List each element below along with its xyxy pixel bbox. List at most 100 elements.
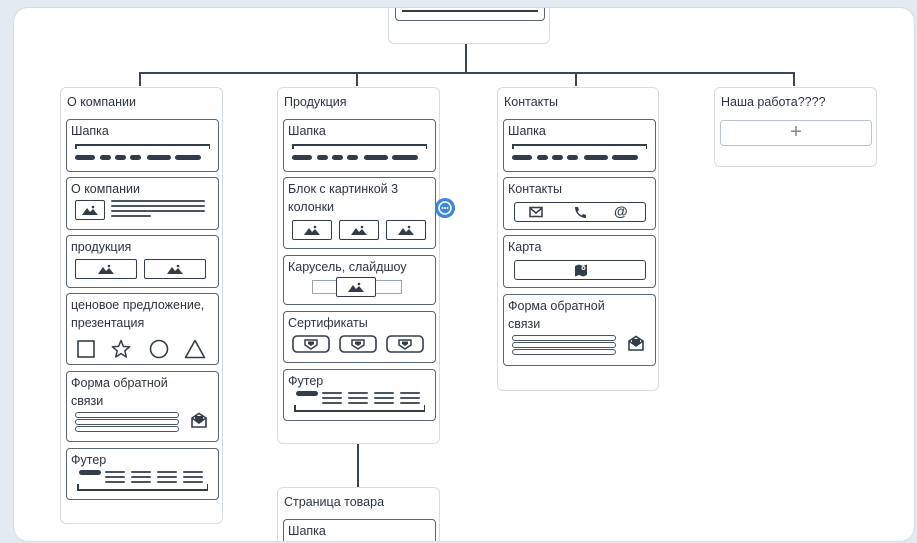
connector-subpage [357, 443, 359, 487]
block-image-3-columns[interactable]: Блок с картинкой 3 колонки [283, 177, 436, 249]
footer-line [348, 392, 368, 394]
block-title: Блок с картинкой 3 колонки [288, 182, 399, 214]
square-icon [77, 340, 95, 358]
footer-line [322, 402, 342, 404]
image-icon [386, 220, 426, 240]
block-pricing[interactable]: ценовое предложение, презентация [66, 293, 219, 365]
footer-line [105, 476, 125, 478]
text-line [111, 200, 205, 202]
block-header[interactable]: Шапка [66, 119, 219, 172]
header-tick [425, 144, 427, 149]
connector-horizontal [139, 72, 795, 74]
page-card-products[interactable]: Продукция Шапка Блок с картинкой 3 колон… [277, 87, 440, 444]
header-tick [645, 144, 647, 149]
footer-line [157, 471, 177, 473]
nav-bar [332, 155, 343, 160]
connector-col1 [139, 72, 141, 86]
map-icon [574, 263, 588, 277]
image-icon [75, 259, 137, 279]
block-header[interactable]: Шапка [283, 119, 436, 172]
page-title: О компании [67, 95, 136, 109]
block-header[interactable]: Шапка [503, 119, 656, 172]
block-title: ценовое предложение, презентация [71, 298, 205, 330]
block-title: О компании [71, 182, 140, 196]
block-header[interactable]: Шапка [283, 519, 436, 541]
page-card-product-page[interactable]: Страница товара Шапка [277, 487, 440, 541]
page-title: Страница товара [284, 495, 385, 509]
page-card-about[interactable]: О компании Шапка О компании продукция це… [60, 87, 223, 524]
root-header-block[interactable] [395, 8, 545, 21]
header-tick [208, 144, 210, 149]
footer-rule [294, 410, 425, 412]
nav-bar [347, 155, 358, 160]
footer-bar [296, 391, 318, 396]
certificate-icon [339, 335, 377, 353]
header-tick [292, 144, 294, 149]
form-field [75, 419, 179, 425]
nav-bar [392, 155, 418, 160]
footer-line [400, 397, 420, 399]
footer-line [131, 481, 151, 483]
block-feedback-form[interactable]: Форма обратной связи [503, 294, 656, 366]
page-title: Продукция [284, 95, 347, 109]
comment-icon[interactable] [434, 197, 456, 219]
block-title: Футер [288, 374, 324, 388]
block-footer[interactable]: Футер [66, 448, 219, 500]
sitemap-canvas: О компании Шапка О компании продукция це… [14, 8, 914, 541]
footer-line [183, 476, 203, 478]
block-title: Шапка [508, 124, 546, 138]
page-title: Контакты [504, 95, 558, 109]
page-card-our-work[interactable]: Наша работа???? + [714, 87, 877, 167]
footer-line [348, 402, 368, 404]
nav-bar [115, 155, 126, 160]
envelope-icon [190, 412, 208, 428]
footer-line [374, 402, 394, 404]
at-sign-icon: @ [614, 203, 628, 219]
block-title: Контакты [508, 182, 562, 196]
block-feedback-form[interactable]: Форма обратной связи [66, 371, 219, 442]
footer-line [183, 471, 203, 473]
footer-line [131, 476, 151, 478]
block-map[interactable]: Карта [503, 235, 656, 288]
footer-tick [77, 484, 79, 490]
page-title: Наша работа???? [721, 95, 826, 109]
image-icon [75, 200, 105, 220]
form-field [512, 342, 616, 348]
footer-bar [79, 470, 101, 475]
block-products[interactable]: продукция [66, 235, 219, 288]
block-footer[interactable]: Футер [283, 369, 436, 421]
footer-line [348, 397, 368, 399]
block-title: Сертификаты [288, 316, 368, 330]
page-card-contacts[interactable]: Контакты Шапка Контакты @ Карта Форма об… [497, 87, 659, 391]
nav-bar [75, 155, 95, 160]
add-block-button[interactable]: + [720, 120, 872, 146]
block-carousel[interactable]: Карусель, слайдшоу [283, 255, 436, 305]
root-page-card[interactable] [388, 8, 550, 44]
nav-bar [584, 155, 608, 160]
header-rule [402, 10, 538, 12]
certificate-icon [292, 335, 330, 353]
nav-bar [552, 155, 563, 160]
connector-root-vertical [465, 44, 467, 74]
footer-line [374, 392, 394, 394]
block-about[interactable]: О компании [66, 177, 219, 230]
mail-icon [529, 206, 543, 218]
nav-bar [130, 155, 141, 160]
text-line [111, 210, 205, 212]
footer-line [157, 481, 177, 483]
circle-icon [149, 339, 169, 359]
block-contacts[interactable]: Контакты @ [503, 177, 656, 230]
nav-bar [175, 155, 201, 160]
nav-bar [292, 155, 312, 160]
nav-bar [147, 155, 171, 160]
form-field [512, 335, 616, 341]
nav-bar [537, 155, 548, 160]
block-certificates[interactable]: Сертификаты [283, 311, 436, 363]
block-title: Футер [71, 453, 107, 467]
header-rule [292, 144, 427, 146]
block-title: Шапка [288, 524, 326, 538]
image-icon [144, 259, 206, 279]
header-tick [512, 144, 514, 149]
image-icon [339, 220, 379, 240]
image-icon [336, 277, 376, 297]
